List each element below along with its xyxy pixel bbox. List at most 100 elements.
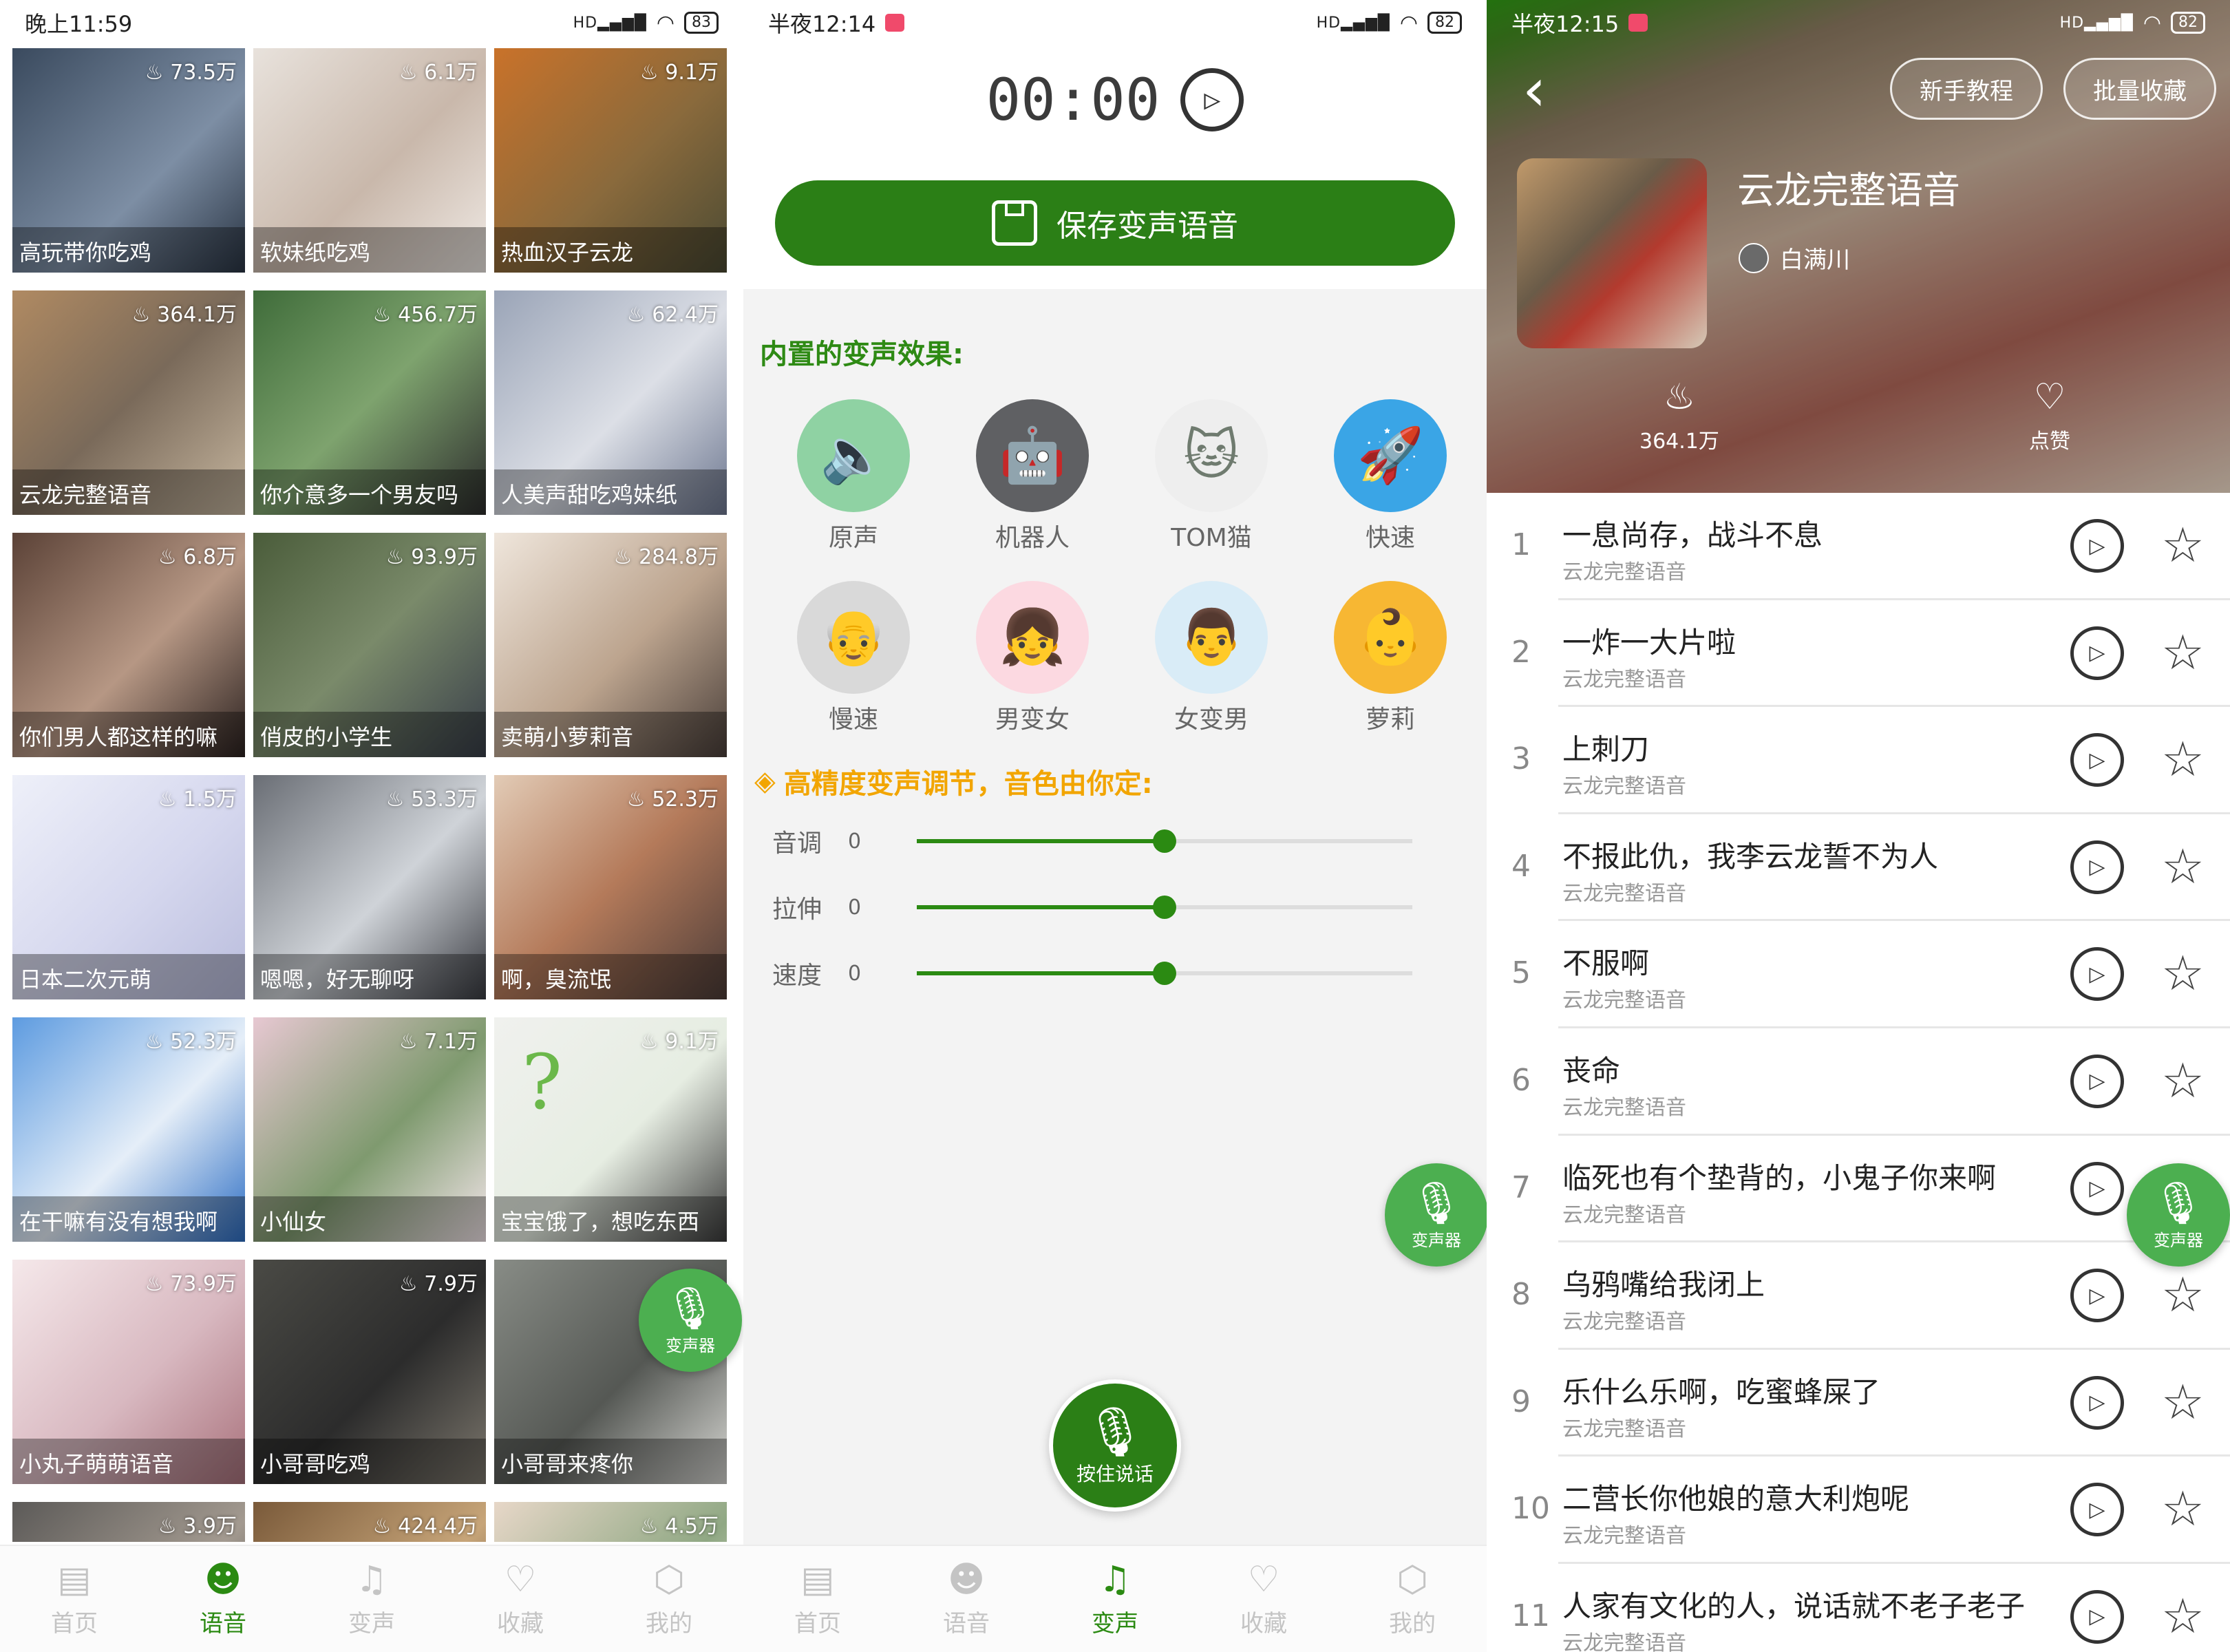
tutorial-button[interactable]: 新手教程 bbox=[1890, 58, 2043, 120]
track-play-button[interactable]: ▷ bbox=[2070, 1589, 2124, 1644]
voice-card[interactable]: ♨ 73.5万 高玩带你吃鸡 bbox=[12, 48, 245, 273]
flame-icon: ♨ bbox=[145, 1030, 171, 1054]
voice-card[interactable]: ♨ 6.1万 软妹纸吃鸡 bbox=[253, 48, 486, 273]
track-row[interactable]: 10 二营长你他娘的意大利炮呢 云龙完整语音 ▷ ☆ bbox=[1487, 1457, 2230, 1564]
effect-robot[interactable]: 🤖 机器人 bbox=[943, 399, 1122, 553]
nav-voice[interactable]: ☻ 语音 bbox=[892, 1546, 1041, 1652]
voice-card[interactable]: ♨ 62.4万 人美声甜吃鸡妹纸 bbox=[494, 290, 727, 515]
nav-voice-change[interactable]: ♫ 变声 bbox=[1041, 1546, 1189, 1652]
star-icon[interactable]: ☆ bbox=[2161, 839, 2205, 894]
nav-favorites[interactable]: ♡ 收藏 bbox=[1189, 1546, 1338, 1652]
voice-card[interactable]: ♨ 53.3万 嗯嗯，好无聊呀 bbox=[253, 775, 486, 999]
play-count: ♨ 3.9万 bbox=[158, 1514, 237, 1538]
author-row[interactable]: 白满川 bbox=[1739, 241, 1850, 275]
voice-card[interactable]: ♨ 1.5万 日本二次元萌 bbox=[12, 775, 245, 999]
nav-home[interactable]: ▤ 首页 bbox=[0, 1546, 149, 1652]
card-title: 小丸子萌萌语音 bbox=[12, 1439, 245, 1484]
track-play-button[interactable]: ▷ bbox=[2070, 1269, 2124, 1323]
star-icon[interactable]: ☆ bbox=[2161, 625, 2205, 680]
save-voice-button[interactable]: 保存变声语音 bbox=[775, 180, 1455, 266]
microphone-icon: 🎙 bbox=[1084, 1404, 1146, 1460]
track-row[interactable]: 8 乌鸦嘴给我闭上 云龙完整语音 ▷ ☆ bbox=[1487, 1242, 2230, 1350]
effect-male-to-female[interactable]: 👧 男变女 bbox=[943, 581, 1122, 735]
voice-card[interactable]: ♨ 52.3万 在干嘛有没有想我啊 bbox=[12, 1017, 245, 1242]
effect-original[interactable]: 🔈 原声 bbox=[764, 399, 943, 553]
pitch-slider-handle[interactable] bbox=[1153, 829, 1176, 853]
flame-icon: ♨ bbox=[385, 545, 412, 569]
track-row[interactable]: 6 丧命 云龙完整语音 ▷ ☆ bbox=[1487, 1028, 2230, 1136]
effect-female-to-male[interactable]: 👨 女变男 bbox=[1122, 581, 1301, 735]
voice-card[interactable]: ♨ 7.9万 小哥哥吃鸡 bbox=[253, 1260, 486, 1484]
track-row[interactable]: 1 一息尚存，战斗不息 云龙完整语音 ▷ ☆ bbox=[1487, 493, 2230, 600]
voice-card[interactable]: ♨ 284.8万 卖萌小萝莉音 bbox=[494, 533, 727, 757]
track-play-button[interactable]: ▷ bbox=[2070, 626, 2124, 680]
effect-fast[interactable]: 🚀 快速 bbox=[1301, 399, 1480, 553]
back-arrow-icon[interactable]: ‹ bbox=[1522, 59, 1546, 121]
track-play-button[interactable]: ▷ bbox=[2070, 947, 2124, 1002]
star-icon[interactable]: ☆ bbox=[2161, 732, 2205, 787]
track-row[interactable]: 7临死也有个垫背的，小鬼子你来啊云龙完整语音▷☆ bbox=[1487, 1136, 2230, 1243]
stretch-slider[interactable] bbox=[917, 896, 1412, 919]
nav-profile[interactable]: ⬡ 我的 bbox=[595, 1546, 743, 1652]
heart-icon: ♡ bbox=[2033, 377, 2066, 418]
star-icon[interactable]: ☆ bbox=[2161, 518, 2205, 573]
voice-card[interactable]: ♨ 4.5万 bbox=[494, 1502, 727, 1542]
track-play-button[interactable]: ▷ bbox=[2070, 1054, 2124, 1108]
voice-card[interactable]: ♨ 424.4万 bbox=[253, 1502, 486, 1542]
star-icon[interactable]: ☆ bbox=[2161, 946, 2205, 1001]
voice-changer-fab[interactable]: 🎙 变声器 bbox=[1385, 1163, 1487, 1267]
track-row[interactable]: 9 乐什么乐啊，吃蜜蜂屎了 云龙完整语音 ▷ ☆ bbox=[1487, 1350, 2230, 1457]
track-play-button[interactable]: ▷ bbox=[2070, 840, 2124, 894]
voice-card[interactable]: ♨ 3.9万 bbox=[12, 1502, 245, 1542]
effect-slow[interactable]: 👴 慢速 bbox=[764, 581, 943, 735]
nav-voice[interactable]: ☻ 语音 bbox=[149, 1546, 297, 1652]
pitch-slider[interactable] bbox=[917, 829, 1412, 853]
voice-card[interactable]: ♨ 52.3万 啊，臭流氓 bbox=[494, 775, 727, 999]
voice-card[interactable]: ♨ 364.1万 云龙完整语音 bbox=[12, 290, 245, 515]
track-title: 乌鸦嘴给我闭上 bbox=[1562, 1268, 1765, 1302]
flame-icon: ♨ bbox=[1663, 377, 1696, 418]
track-play-button[interactable]: ▷ bbox=[2070, 519, 2124, 573]
voice-card[interactable]: ♨ 7.1万 小仙女 bbox=[253, 1017, 486, 1242]
nav-voice-change[interactable]: ♫ 变声 bbox=[297, 1546, 446, 1652]
track-row[interactable]: 2 一炸一大片啦 云龙完整语音 ▷ ☆ bbox=[1487, 600, 2230, 708]
album-header: 半夜12:15 HD▂▄▆█ ◠ 82 ‹ 新手教程 批量收藏 云龙完整语音 白… bbox=[1487, 0, 2230, 493]
voice-card[interactable]: ♨ 93.9万 俏皮的小学生 bbox=[253, 533, 486, 757]
star-icon[interactable]: ☆ bbox=[2161, 1053, 2205, 1108]
track-row[interactable]: 11 人家有文化的人，说话就不老子老子 云龙完整语音 ▷ ☆ bbox=[1487, 1564, 2230, 1652]
track-row[interactable]: 4 不报此仇，我李云龙誓不为人 云龙完整语音 ▷ ☆ bbox=[1487, 814, 2230, 922]
track-row[interactable]: 5 不服啊 云龙完整语音 ▷ ☆ bbox=[1487, 921, 2230, 1028]
voice-changer-fab[interactable]: 🎙 变声器 bbox=[2127, 1163, 2230, 1267]
track-play-button[interactable]: ▷ bbox=[2070, 1483, 2124, 1537]
voice-card[interactable]: ♨ 456.7万 你介意多一个男友吗 bbox=[253, 290, 486, 515]
speed-slider-handle[interactable] bbox=[1153, 962, 1176, 985]
voice-changer-fab[interactable]: 🎙 变声器 bbox=[639, 1269, 742, 1372]
star-icon[interactable]: ☆ bbox=[2161, 1267, 2205, 1322]
voice-card[interactable]: ♨ 73.9万 小丸子萌萌语音 bbox=[12, 1260, 245, 1484]
track-play-button[interactable]: ▷ bbox=[2070, 733, 2124, 787]
play-button[interactable]: ▷ bbox=[1180, 68, 1244, 131]
hold-to-talk-button[interactable]: 🎙 按住说话 bbox=[1049, 1379, 1181, 1512]
star-icon[interactable]: ☆ bbox=[2161, 1481, 2205, 1536]
batch-favorite-button[interactable]: 批量收藏 bbox=[2063, 58, 2216, 120]
nav-home[interactable]: ▤ 首页 bbox=[743, 1546, 892, 1652]
track-row[interactable]: 3 上刺刀 云龙完整语音 ▷ ☆ bbox=[1487, 707, 2230, 814]
effect-tom-cat[interactable]: 🐱 TOM猫 bbox=[1122, 399, 1301, 553]
star-icon[interactable]: ☆ bbox=[2161, 1375, 2205, 1430]
star-icon[interactable]: ☆ bbox=[2161, 1589, 2205, 1644]
voice-card[interactable]: ♨ 6.8万 你们男人都这样的嘛 bbox=[12, 533, 245, 757]
voice-card[interactable]: ? ♨ 9.1万 宝宝饿了，想吃东西 bbox=[494, 1017, 727, 1242]
like-button[interactable]: ♡ 点赞 bbox=[2029, 377, 2070, 454]
app-badge-icon bbox=[885, 14, 905, 32]
rocket-icon: 🚀 bbox=[1334, 399, 1447, 512]
speed-slider[interactable] bbox=[917, 962, 1412, 985]
stretch-slider-handle[interactable] bbox=[1153, 896, 1176, 919]
heart-icon: ♡ bbox=[1247, 1558, 1280, 1600]
track-number: 11 bbox=[1511, 1598, 1550, 1633]
effect-loli[interactable]: 👶 萝莉 bbox=[1301, 581, 1480, 735]
voice-card[interactable]: ♨ 9.1万 热血汉子云龙 bbox=[494, 48, 727, 273]
nav-profile[interactable]: ⬡ 我的 bbox=[1338, 1546, 1487, 1652]
track-play-button[interactable]: ▷ bbox=[2070, 1161, 2124, 1216]
nav-favorites[interactable]: ♡ 收藏 bbox=[446, 1546, 595, 1652]
track-play-button[interactable]: ▷ bbox=[2070, 1375, 2124, 1430]
